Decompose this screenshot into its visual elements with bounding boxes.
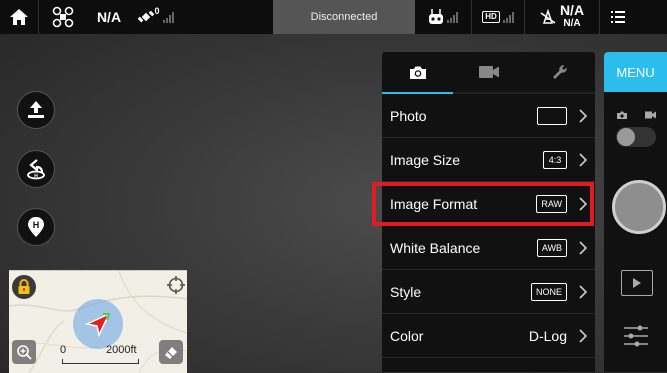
home-point-icon: H: [28, 217, 44, 237]
setting-row-image-size[interactable]: Image Size 4:3: [382, 138, 595, 182]
image-format-value: RAW: [536, 194, 567, 213]
battery-status[interactable]: N/A N/A: [525, 0, 599, 34]
capture-sidebar: MENU: [604, 52, 667, 372]
chevron-right-icon: [579, 284, 587, 299]
tab-settings[interactable]: [524, 52, 595, 92]
drone-icon: [52, 6, 74, 28]
list-menu-icon: [611, 11, 625, 23]
flight-mode-text: N/A: [96, 9, 122, 25]
takeoff-button[interactable]: [17, 91, 55, 129]
menu-button[interactable]: MENU: [604, 52, 667, 92]
photo-mode-icon: [617, 111, 627, 119]
chevron-right-icon: [579, 152, 587, 167]
aircraft-location-marker: [73, 299, 123, 349]
chevron-right-icon: [579, 196, 587, 211]
toggle-knob: [617, 128, 635, 146]
chevron-right-icon: [579, 328, 587, 343]
setting-label: Style: [390, 283, 422, 300]
sliders-icon: [624, 325, 648, 347]
map-clear-button[interactable]: [159, 340, 183, 364]
shutter-button[interactable]: [612, 180, 666, 234]
chevron-right-icon: [579, 108, 587, 123]
camera-settings-panel: Photo Image Size 4:3 Image Format RAW Wh…: [382, 52, 595, 372]
setting-row-style[interactable]: Style NONE: [382, 270, 595, 314]
aircraft-status[interactable]: [39, 0, 87, 34]
playback-button[interactable]: [621, 270, 653, 296]
home-marker-letter: H: [33, 220, 40, 230]
battery-top-value: N/A: [559, 2, 585, 18]
flight-mode: N/A: [87, 0, 131, 34]
connection-status: Disconnected: [273, 0, 415, 34]
setting-row-photo[interactable]: Photo: [382, 94, 595, 138]
hd-badge: HD: [482, 11, 500, 23]
home-point-button[interactable]: H: [17, 208, 55, 246]
map-lock-button[interactable]: [12, 275, 36, 299]
video-camera-icon: [478, 66, 499, 78]
map-scale-bar: [62, 359, 139, 364]
home-button[interactable]: [0, 0, 38, 34]
zoom-in-icon: [17, 345, 32, 360]
rc-signal-bars: [447, 11, 458, 23]
setting-label: Image Format: [390, 195, 478, 212]
battery-values: N/A N/A: [559, 2, 585, 30]
setting-row-white-balance[interactable]: White Balance AWB: [382, 226, 595, 270]
battery-icon: [540, 9, 556, 24]
top-status-bar: N/A 0 Disconnected HD N/A N/A: [0, 0, 667, 34]
remote-controller-signal[interactable]: [415, 0, 471, 34]
style-value: NONE: [530, 282, 567, 301]
crosshair-icon: [167, 276, 185, 294]
gps-count: 0: [154, 6, 160, 16]
image-size-value: 4:3: [543, 150, 567, 169]
setting-row-image-format[interactable]: Image Format RAW: [382, 182, 595, 226]
camera-settings-tabs: [382, 52, 595, 94]
photo-mode-value: [537, 106, 567, 125]
eraser-icon: [165, 347, 177, 359]
gps-signal-bars: [162, 11, 174, 23]
setting-label: Photo: [390, 107, 427, 124]
svg-text:H: H: [34, 174, 38, 180]
aircraft-arrow-icon: [84, 312, 111, 338]
battery-bottom-value: N/A: [563, 18, 581, 29]
white-balance-value: AWB: [536, 238, 567, 257]
color-value: D-Log: [528, 327, 567, 344]
map-zoom-button[interactable]: [12, 340, 36, 364]
setting-row-color[interactable]: Color D-Log: [382, 314, 595, 358]
scale-end-label: 2000ft: [106, 344, 137, 356]
home-icon: [10, 9, 28, 25]
satellite-icon: [138, 10, 155, 23]
chevron-right-icon: [579, 240, 587, 255]
setting-label: White Balance: [390, 239, 481, 256]
video-signal[interactable]: HD: [472, 0, 524, 34]
return-home-icon: H: [27, 159, 45, 180]
map-center-button[interactable]: [164, 273, 187, 297]
return-home-button[interactable]: H: [17, 150, 55, 188]
remote-controller-icon: [429, 9, 443, 24]
photo-video-toggle[interactable]: [616, 127, 656, 147]
video-mode-icon: [645, 111, 656, 119]
camera-icon: [409, 66, 426, 79]
video-signal-bars: [502, 11, 514, 23]
wrench-icon: [552, 65, 567, 79]
settings-list-button[interactable]: [600, 0, 636, 34]
tab-video[interactable]: [453, 52, 524, 92]
tab-photo[interactable]: [382, 52, 453, 92]
lock-icon: [18, 279, 30, 294]
takeoff-icon: [28, 101, 44, 118]
setting-label: Color: [390, 327, 424, 344]
camera-settings-button[interactable]: [620, 322, 652, 350]
setting-label: Image Size: [390, 151, 461, 168]
play-icon: [633, 278, 641, 288]
mini-map[interactable]: 0 2000ft: [9, 270, 187, 373]
gps-status[interactable]: 0: [131, 0, 181, 34]
scale-start-label: 0: [60, 344, 67, 356]
